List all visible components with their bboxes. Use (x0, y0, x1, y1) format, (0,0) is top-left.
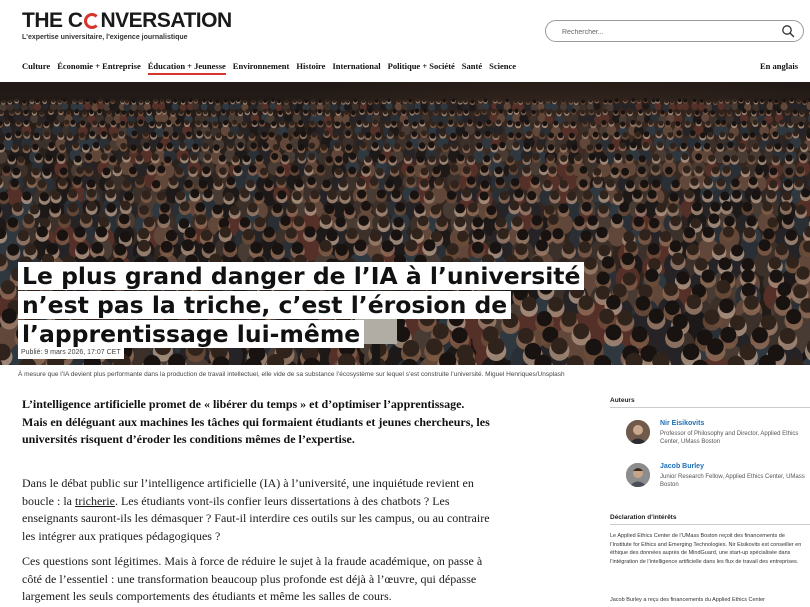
site-tagline: L'expertise universitaire, l'exigence jo… (22, 34, 188, 41)
logo-o-mark (83, 13, 100, 29)
article-headline: Le plus grand danger de l’IA à l’univers… (18, 262, 585, 349)
author-role: Professor of Philosophy and Director, Ap… (660, 431, 799, 445)
divider (610, 524, 810, 525)
disclosure-text: Le Applied Ethics Center de l’UMass Bost… (610, 533, 802, 565)
image-caption: À mesure que l’IA devient plus performan… (18, 371, 565, 378)
headline-line-1: Le plus grand danger de l’IA à l’univers… (18, 262, 585, 290)
article-paragraph: Dans le débat public sur l’intelligence … (22, 476, 490, 543)
cheating-link[interactable]: tricherie (75, 494, 115, 508)
nav-item[interactable]: Politique + Société (388, 61, 455, 75)
author-name[interactable]: Jacob Burley (660, 463, 704, 470)
nav-item[interactable]: Environnement (233, 61, 290, 75)
nav-item[interactable]: International (332, 61, 380, 75)
nav-item[interactable]: Économie + Entreprise (57, 61, 141, 75)
authors-heading: Auteurs (610, 397, 635, 404)
headline-line-2: n’est pas la triche, c’est l’érosion de (18, 291, 512, 319)
site-logo[interactable]: THE C NVERSATION (22, 9, 232, 33)
divider (610, 407, 810, 408)
article-paragraph: Ces questions sont légitimes. Mais à for… (22, 554, 483, 603)
nav-item[interactable]: Santé (462, 61, 482, 75)
article-lead: L’intelligence artificielle promet de « … (22, 397, 490, 446)
author-role: Junior Research Fellow, Applied Ethics C… (660, 474, 805, 488)
search-icon[interactable] (781, 24, 795, 38)
author-avatar[interactable] (626, 420, 650, 444)
headline-line-3: l’apprentissage lui-même (18, 320, 365, 348)
nav-item[interactable]: Éducation + Jeunesse (147, 61, 226, 75)
site-header: THE C NVERSATION L'expertise universitair… (0, 0, 810, 82)
author-name[interactable]: Nir Eisikovits (660, 420, 704, 427)
disclosure-heading: Déclaration d’intérêts (610, 514, 677, 521)
search-box[interactable] (545, 20, 804, 42)
section-nav: Culture Économie + Entreprise Éducation + … (22, 61, 523, 75)
nav-item[interactable]: Culture (22, 61, 50, 75)
author-avatar[interactable] (626, 463, 650, 487)
nav-item[interactable]: Histoire (296, 61, 325, 75)
publish-date: Publié: 9 mars 2026, 17:07 CET (18, 347, 124, 359)
search-input[interactable] (560, 24, 774, 40)
disclosure-text: Jacob Burley a reçu des financements du … (610, 597, 766, 603)
nav-item[interactable]: Science (489, 61, 516, 75)
language-link[interactable]: En anglais (760, 61, 798, 71)
